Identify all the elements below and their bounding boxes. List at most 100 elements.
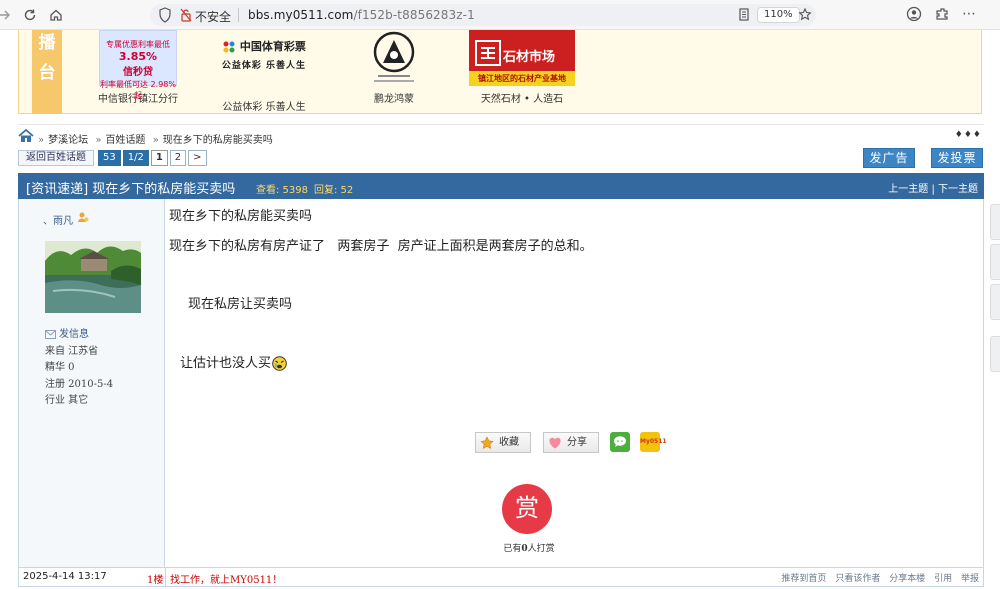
post-vote-button[interactable]: 发投票 <box>931 148 983 168</box>
post-tools: 推荐到首页 只看该作者 分享本楼 引用 举报 <box>775 571 979 584</box>
floating-tab[interactable] <box>990 204 1000 240</box>
thread-stats: 查看: 5398 回复: 52 <box>256 181 359 196</box>
breadcrumb: » 梦溪论坛 » 百姓话题 » 现在乡下的私房能买卖吗 ♦♦♦ <box>18 124 984 148</box>
my0511-share-icon[interactable]: My0511 <box>640 432 667 452</box>
lottery-ad-line-2: 公益体彩 乐善人生 <box>221 61 307 71</box>
insecure-label[interactable]: 不安全 <box>195 8 231 25</box>
pagination: 53 1/2 1 2 > <box>98 150 209 166</box>
ad-caption[interactable]: 公益体彩 乐善人生 <box>204 98 324 113</box>
side-tag-char-2: 台 <box>38 63 56 83</box>
zoom-level-badge[interactable]: 110% <box>757 7 800 23</box>
shield-icon[interactable] <box>158 7 172 23</box>
floating-tab[interactable] <box>990 244 1000 280</box>
message-icon <box>45 330 56 339</box>
user-level-icon <box>78 212 89 222</box>
extensions-icon[interactable] <box>934 6 950 22</box>
share-button[interactable]: 分享 <box>543 432 599 453</box>
layout-toggle-icon[interactable]: ♦♦♦ <box>955 130 982 140</box>
ad-sports-lottery[interactable]: 中国体育彩票 公益体彩 乐善人生 公益体彩 乐善人生 <box>204 30 324 113</box>
insecure-lock-icon[interactable] <box>179 7 193 23</box>
browser-toolbar: 不安全 bbs.my0511.com/f152b-t8856283z-1 110… <box>0 0 1000 30</box>
post-signature-link[interactable]: 找工作，就上MY0511！ <box>170 571 282 586</box>
breadcrumb-current-thread: 现在乡下的私房能买卖吗 <box>162 135 273 146</box>
pager-page-2[interactable]: 2 <box>169 150 187 166</box>
post-body-line: 现在私房让买卖吗 <box>188 297 293 312</box>
more-menu-icon[interactable]: ⋯ <box>962 6 976 22</box>
url-text[interactable]: bbs.my0511.com/f152b-t8856283z-1 <box>248 8 475 22</box>
reload-icon[interactable] <box>20 5 40 25</box>
stone-market-slogan: 镇江地区的石材产业基地 <box>469 71 575 86</box>
ad-stone-market[interactable]: 石材市场 镇江地区的石材产业基地 天然石材 • 人造石 <box>467 30 577 105</box>
ad-banner: 播 台 专属优惠利率最低 3.85% 信秒贷 利率最低可达 2.98%起 中信银… <box>18 30 982 114</box>
citic-bank-ad-image[interactable]: 专属优惠利率最低 3.85% 信秒贷 利率最低可达 2.98%起 <box>99 30 177 100</box>
breadcrumb-arrow: » <box>152 135 159 146</box>
author-avatar[interactable] <box>45 241 141 313</box>
sports-lottery-ad-image[interactable]: 中国体育彩票 公益体彩 乐善人生 <box>211 38 317 94</box>
penglong-ad-image[interactable] <box>341 30 447 86</box>
breadcrumb-board-link[interactable]: 百姓话题 <box>105 135 145 146</box>
floating-tab[interactable] <box>990 336 1000 372</box>
pager-next[interactable]: > <box>188 150 207 166</box>
author-panel: 、雨凡 发信息 来自 江苏省 精华 0 注册 2010-5-4 行业 其它 <box>19 199 165 567</box>
stone-market-ad-image[interactable]: 石材市场 镇江地区的石材产业基地 <box>469 30 575 86</box>
ad-caption[interactable]: 鹏龙鸿蒙 <box>339 90 449 105</box>
crying-emoji-icon <box>272 356 287 371</box>
author-registered: 注册 2010-5-4 <box>45 378 114 390</box>
favorite-button[interactable]: 收藏 <box>475 432 531 453</box>
side-tag-char-1: 播 <box>38 33 56 53</box>
author-name[interactable]: 、雨凡 <box>43 212 73 227</box>
breadcrumb-forum-link[interactable]: 梦溪论坛 <box>48 135 88 146</box>
thread-actions: 返回百姓话题 53 1/2 1 2 > 发广告 发投票 <box>18 148 984 170</box>
lottery-ad-title: 中国体育彩票 <box>239 40 306 53</box>
thread-title: [资讯速递] 现在乡下的私房能买卖吗 <box>26 182 236 197</box>
stone-market-logo-icon <box>475 40 501 66</box>
author-industry: 行业 其它 <box>45 395 89 406</box>
post-date: 2025-4-14 13:17 <box>23 571 107 582</box>
ad-citic-bank[interactable]: 专属优惠利率最低 3.85% 信秒贷 利率最低可达 2.98%起 中信银行镇江分… <box>83 30 193 105</box>
breadcrumb-arrow: » <box>95 135 102 146</box>
post-body-line: 让估计也没人买 <box>180 352 287 371</box>
ad-penglong[interactable]: 鹏龙鸿蒙 <box>339 30 449 105</box>
avatar-image <box>45 241 141 313</box>
favorite-label: 收藏 <box>499 437 519 448</box>
lottery-logo-icon <box>223 41 235 53</box>
thread-title-bar: [资讯速递] 现在乡下的私房能买卖吗 查看: 5398 回复: 52 上一主题 |… <box>18 173 984 199</box>
heart-icon <box>549 437 561 449</box>
post-body-text: 让估计也没人买 <box>180 356 272 371</box>
recommend-link[interactable]: 推荐到首页 <box>781 574 826 584</box>
post-floor-1: 、雨凡 发信息 来自 江苏省 精华 0 注册 2010-5-4 行业 其它 现在… <box>18 199 984 587</box>
reward-prefix: 已有 <box>503 544 522 554</box>
address-separator <box>238 8 239 22</box>
wechat-share-icon[interactable] <box>610 432 630 452</box>
post-title: 现在乡下的私房能买卖吗 <box>169 209 313 224</box>
reward-count: 已有0人打赏 <box>469 541 589 554</box>
post-content: 现在乡下的私房能买卖吗 现在乡下的私房有房产证了 两套房子 房产证上面积是两套房… <box>169 199 981 567</box>
author-only-link[interactable]: 只看该作者 <box>835 574 880 584</box>
back-to-board-button[interactable]: 返回百姓话题 <box>18 150 94 166</box>
floating-tab[interactable] <box>990 284 1000 320</box>
penglong-logo-icon <box>373 31 415 82</box>
send-message-link[interactable]: 发信息 <box>45 327 113 344</box>
address-bar[interactable]: 不安全 bbs.my0511.com/f152b-t8856283z-1 110… <box>150 4 816 26</box>
url-host: bbs.my0511.com <box>248 8 354 22</box>
author-from: 来自 江苏省 <box>45 345 99 357</box>
reward-suffix: 人打赏 <box>527 544 555 554</box>
prev-next-thread-links[interactable]: 上一主题 | 下一主题 <box>888 180 978 195</box>
reward-button[interactable]: 赏 <box>502 484 552 534</box>
reader-mode-icon[interactable] <box>737 7 751 23</box>
floor-number[interactable]: 1楼 <box>147 571 163 586</box>
forum-home-icon[interactable] <box>18 129 34 143</box>
quote-link[interactable]: 引用 <box>934 574 952 584</box>
report-link[interactable]: 举报 <box>961 574 979 584</box>
share-floor-link[interactable]: 分享本楼 <box>889 574 925 584</box>
forward-icon[interactable] <box>0 5 14 25</box>
bookmark-star-icon[interactable] <box>798 7 812 23</box>
author-essence: 精华 0 <box>45 362 75 373</box>
home-icon[interactable] <box>46 5 66 25</box>
post-ad-button[interactable]: 发广告 <box>863 148 915 168</box>
citic-ad-line-1: 专属优惠利率最低 <box>106 40 170 49</box>
star-icon <box>480 436 494 449</box>
ad-caption[interactable]: 天然石材 • 人造石 <box>467 90 577 105</box>
share-label: 分享 <box>567 437 587 448</box>
profile-icon[interactable] <box>906 6 922 22</box>
